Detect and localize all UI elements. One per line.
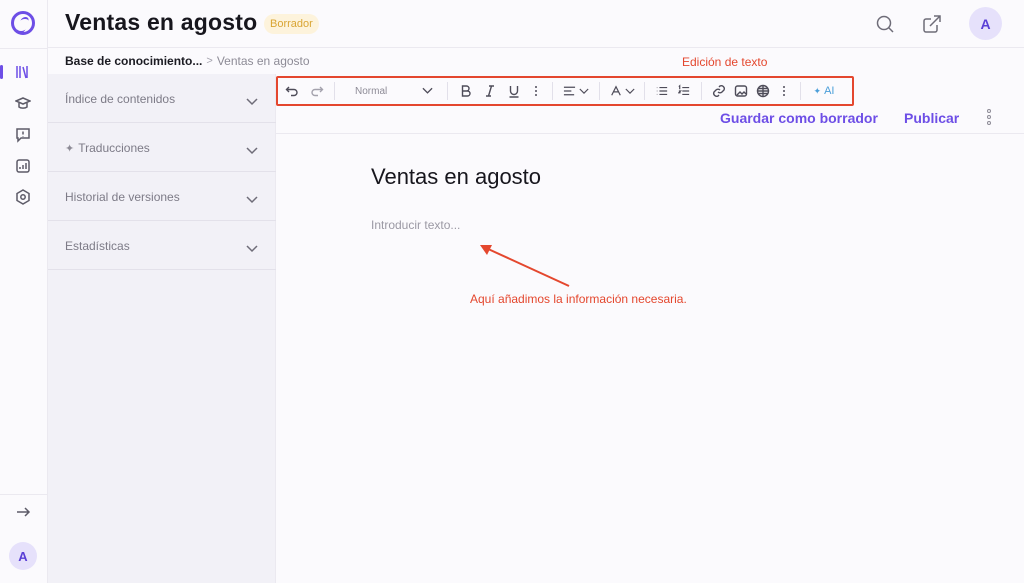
document-body-input[interactable]: Introducir texto... <box>371 218 460 232</box>
editor-annotation: Aquí añadimos la información necesaria. <box>470 292 687 306</box>
toolbar-annotation: Edición de texto <box>682 55 768 69</box>
bold-icon[interactable] <box>454 78 478 104</box>
more-options-icon[interactable] <box>774 78 794 104</box>
user-avatar[interactable]: A <box>9 542 37 570</box>
editor-divider <box>276 133 1024 134</box>
external-link-icon[interactable] <box>921 13 943 35</box>
breadcrumb-root-link[interactable]: Base de conocimiento... <box>65 54 202 68</box>
toolbar-divider <box>552 82 553 100</box>
rail-divider <box>0 494 48 495</box>
save-draft-button[interactable]: Guardar como borrador <box>720 110 878 126</box>
panel-item-label: Índice de contenidos <box>65 92 176 106</box>
panel-item-version-history[interactable]: Historial de versiones <box>48 172 276 221</box>
sparkle-icon: ✦ <box>65 143 75 155</box>
breadcrumb-current: Ventas en agosto <box>216 54 310 68</box>
table-icon[interactable] <box>752 78 774 104</box>
more-options-icon[interactable] <box>526 78 546 104</box>
chevron-down-icon <box>246 191 258 204</box>
image-icon[interactable] <box>730 78 752 104</box>
settings-icon[interactable] <box>12 186 34 208</box>
publish-button[interactable]: Publicar <box>904 110 959 126</box>
app-logo-icon[interactable] <box>11 11 35 35</box>
page-header: Ventas en agosto Borrador A <box>48 0 1024 48</box>
books-icon[interactable] <box>12 61 34 83</box>
rail-active-indicator <box>0 65 3 79</box>
toolbar-divider <box>334 82 335 100</box>
chevron-down-icon <box>246 240 258 253</box>
document-title[interactable]: Ventas en agosto <box>371 164 541 190</box>
panel-item-label: Traducciones <box>78 141 150 155</box>
link-icon[interactable] <box>708 78 730 104</box>
header-avatar[interactable]: A <box>969 7 1002 40</box>
sparkle-icon: ✦ <box>813 85 822 96</box>
text-style-value: Normal <box>355 85 388 97</box>
feedback-icon[interactable] <box>12 124 34 146</box>
panel-item-translations[interactable]: ✦ Traducciones <box>48 123 276 172</box>
page-title: Ventas en agosto <box>65 9 258 35</box>
editor-toolbar: Normal ✦ AI <box>276 76 854 106</box>
panel-item-label: Historial de versiones <box>65 190 180 204</box>
annotation-arrow-icon <box>480 245 570 287</box>
status-badge: Borrador <box>264 14 319 34</box>
italic-icon[interactable] <box>478 78 502 104</box>
rail-divider <box>0 48 48 49</box>
chevron-down-icon <box>246 93 258 106</box>
bullet-list-icon[interactable] <box>651 78 673 104</box>
panel-item-statistics[interactable]: Estadísticas <box>48 221 276 270</box>
toolbar-divider <box>800 82 801 100</box>
search-icon[interactable] <box>874 13 896 35</box>
toolbar-divider <box>644 82 645 100</box>
breadcrumb-separator: > <box>206 55 213 67</box>
more-options-icon[interactable] <box>985 109 993 125</box>
left-rail: A <box>0 0 48 583</box>
panel-item-label: Estadísticas <box>65 239 130 253</box>
align-icon[interactable] <box>559 78 593 104</box>
breadcrumb: Base de conocimiento... > Ventas en agos… <box>65 54 310 68</box>
side-panel: Índice de contenidos ✦ Traducciones Histo… <box>48 74 276 583</box>
ai-assist-button[interactable]: ✦ AI <box>807 78 841 104</box>
chevron-down-icon <box>246 142 258 155</box>
undo-icon[interactable] <box>278 78 306 104</box>
redo-icon[interactable] <box>306 78 328 104</box>
text-color-icon[interactable] <box>606 78 638 104</box>
toolbar-divider <box>701 82 702 100</box>
ai-label: AI <box>824 85 835 97</box>
panel-item-label-wrap: ✦ Traducciones <box>65 141 150 155</box>
app-window: A Ventas en agosto Borrador A Base de co… <box>0 0 1024 583</box>
analytics-icon[interactable] <box>12 155 34 177</box>
graduation-cap-icon[interactable] <box>12 92 34 114</box>
toolbar-divider <box>599 82 600 100</box>
toolbar-divider <box>447 82 448 100</box>
arrow-right-icon[interactable] <box>12 501 34 523</box>
numbered-list-icon[interactable] <box>673 78 695 104</box>
panel-item-contents[interactable]: Índice de contenidos <box>48 74 276 123</box>
underline-icon[interactable] <box>502 78 526 104</box>
text-style-select[interactable]: Normal <box>341 78 441 104</box>
